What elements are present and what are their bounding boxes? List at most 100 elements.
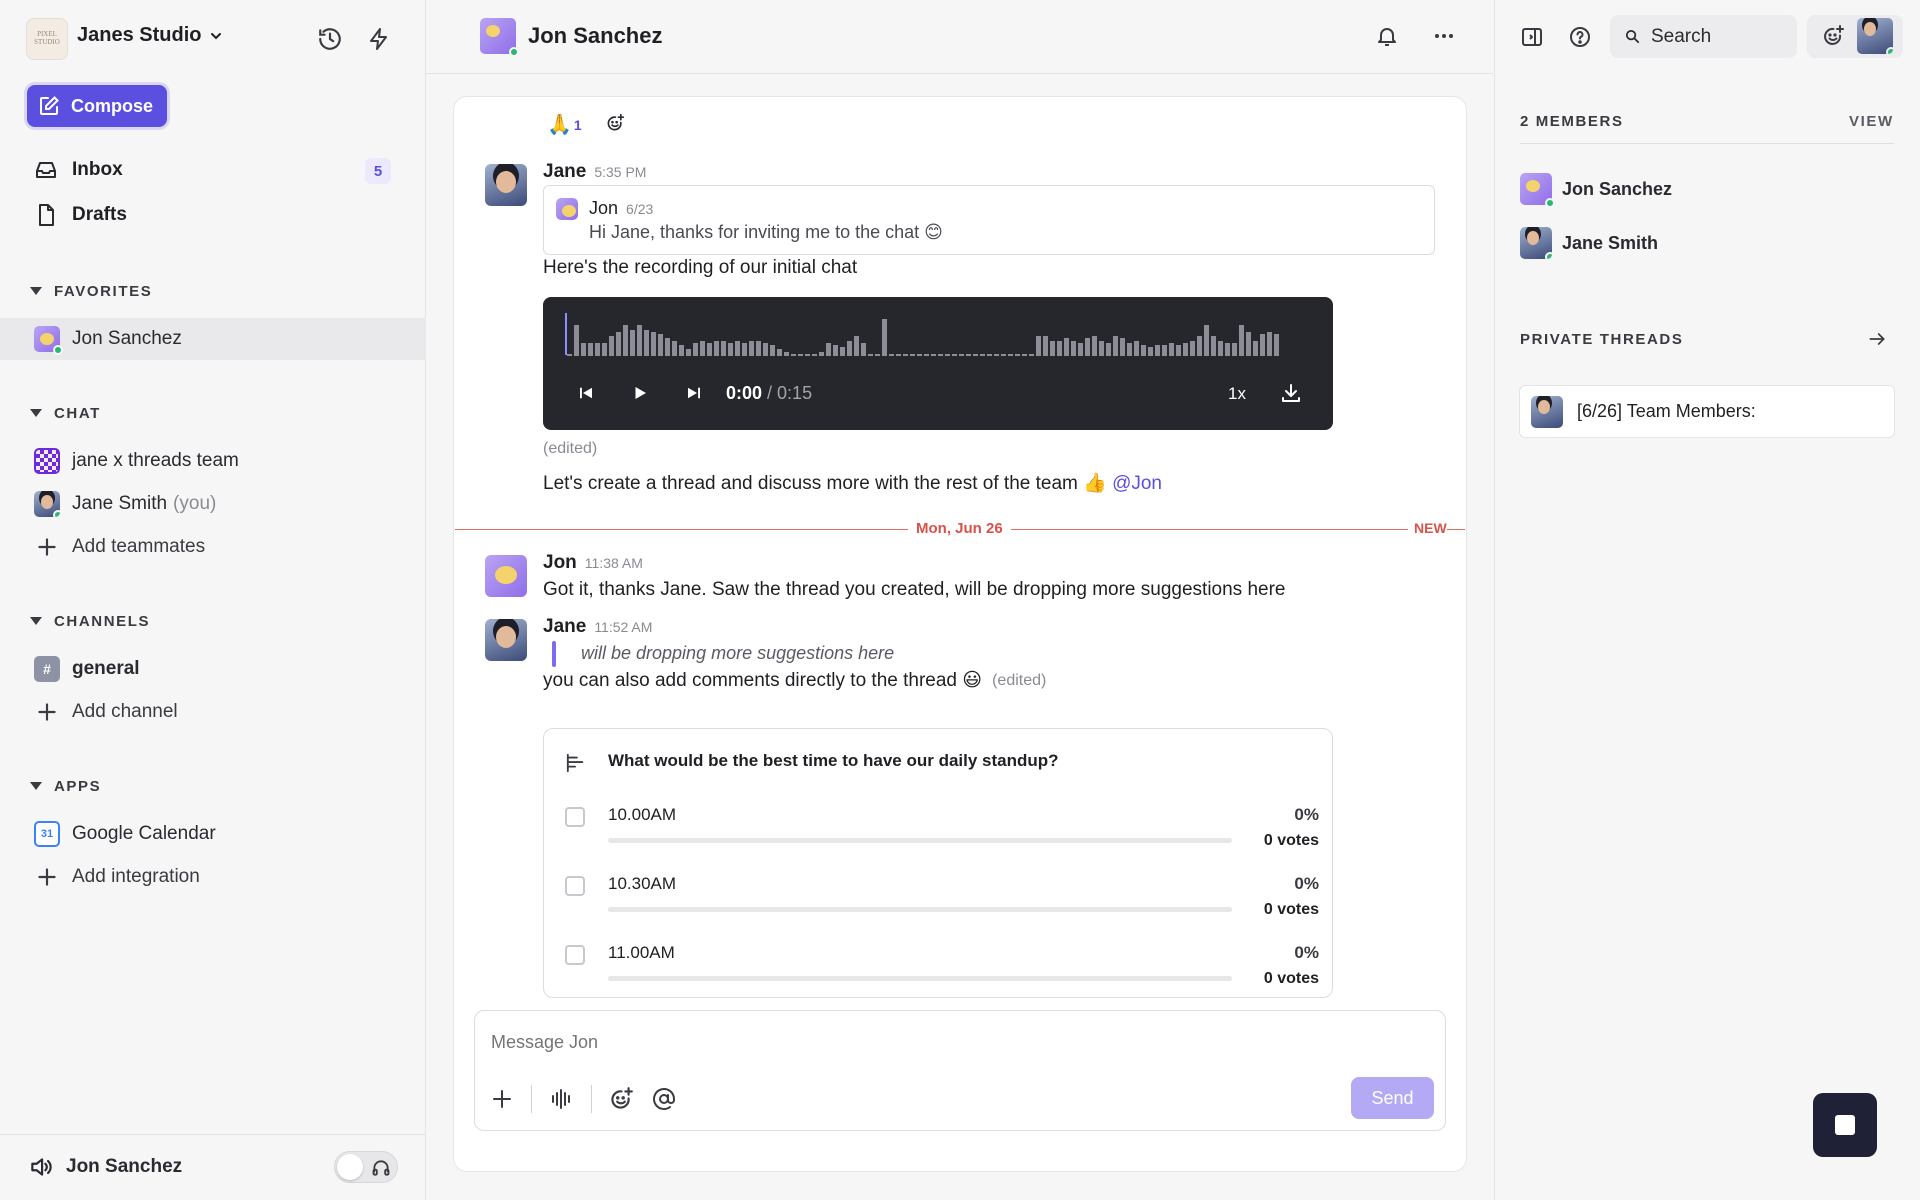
skip-forward-icon[interactable] [682, 381, 706, 405]
current-user-avatar[interactable] [1857, 18, 1893, 54]
waveform[interactable] [567, 312, 1311, 356]
poll-option[interactable]: 11.00AM 0% 0 votes [544, 937, 1334, 997]
sidebar-item-drafts[interactable]: Drafts [34, 199, 127, 231]
avatar[interactable] [485, 164, 527, 206]
waveform-bar [1274, 334, 1279, 356]
quoted-text: Hi Jane, thanks for inviting me to the c… [589, 222, 943, 242]
online-indicator [1545, 252, 1552, 259]
message-header: Jon 11:38 AM [543, 552, 643, 574]
waveform-bar [980, 354, 985, 356]
status-emoji-icon[interactable] [1818, 21, 1848, 51]
mention-icon[interactable] [650, 1085, 678, 1113]
waveform-bar [791, 354, 796, 356]
favorites-section-toggle[interactable]: FAVORITES [30, 281, 152, 301]
waveform-bar [931, 354, 936, 356]
view-members-link[interactable]: VIEW [1849, 113, 1894, 130]
waveform-bar [819, 352, 824, 356]
voice-record-icon[interactable] [547, 1085, 575, 1113]
reaction-pill[interactable]: 🙏 1 [547, 112, 582, 137]
avatar[interactable] [485, 555, 527, 597]
header-avatar [480, 18, 519, 57]
waveform-bar [1029, 354, 1034, 356]
message-text-2: Let's create a thread and discuss more w… [543, 471, 1162, 495]
mention-link[interactable]: @Jon [1112, 473, 1162, 494]
waveform-bar [637, 325, 642, 356]
sidebar-item-inbox[interactable]: Inbox [34, 154, 123, 186]
lightning-icon[interactable] [364, 24, 394, 54]
conversation-title[interactable]: Jon Sanchez [528, 23, 662, 49]
help-icon[interactable] [1564, 21, 1596, 53]
message-header: Jane 5:35 PM [543, 161, 646, 183]
workspace-switcher[interactable]: Janes Studio [77, 24, 223, 47]
poll-checkbox[interactable] [565, 945, 585, 965]
more-options-icon[interactable] [1428, 20, 1460, 52]
search-button[interactable]: Search [1610, 15, 1797, 58]
hash-icon: # [34, 656, 60, 682]
compose-button[interactable]: Compose [27, 85, 167, 127]
bell-icon[interactable] [1371, 20, 1403, 52]
emoji-icon[interactable] [607, 1085, 635, 1113]
reaction-count: 1 [573, 116, 582, 133]
audio-status[interactable]: Jon Sanchez [28, 1150, 182, 1184]
poll-option[interactable]: 10.00AM 0% 0 votes [544, 799, 1334, 859]
sidebar-item-general[interactable]: # general [34, 652, 140, 686]
download-icon[interactable] [1277, 379, 1305, 407]
member-item[interactable]: Jane Smith [1520, 227, 1658, 259]
waveform-bar [882, 319, 887, 356]
channels-section-toggle[interactable]: CHANNELS [30, 611, 150, 631]
chat-section-toggle[interactable]: CHAT [30, 403, 101, 423]
option-percent: 0% [1294, 943, 1319, 962]
caret-down-icon [30, 782, 42, 790]
send-button[interactable]: Send [1351, 1077, 1434, 1119]
headphones-icon [371, 1158, 391, 1178]
quoted-message[interactable] [543, 185, 1435, 255]
workspace-logo[interactable]: PIXEL STUDIO [26, 18, 68, 60]
author-name[interactable]: Jane [543, 161, 586, 182]
poll-option[interactable]: 10.30AM 0% 0 votes [544, 868, 1334, 928]
waveform-bar [763, 343, 768, 356]
play-icon[interactable] [628, 381, 652, 405]
section-title: CHAT [54, 404, 101, 422]
avatar [34, 491, 60, 517]
sidebar-item-google-calendar[interactable]: 31 Google Calendar [34, 817, 216, 851]
add-integration-button[interactable]: Add integration [34, 860, 200, 894]
poll-checkbox[interactable] [565, 807, 585, 827]
waveform-bar [1225, 343, 1230, 356]
thread-item[interactable]: [6/26] Team Members: [1519, 385, 1895, 438]
new-label: NEW [1408, 520, 1447, 536]
add-reaction-icon[interactable] [604, 112, 626, 134]
waveform-bar [1190, 341, 1195, 356]
waveform-bar [1148, 347, 1153, 356]
poll-icon [565, 753, 587, 773]
waveform-bar [994, 354, 999, 356]
sidebar-item-team[interactable]: jane x threads team [34, 444, 239, 478]
waveform-bar [840, 347, 845, 356]
message-input[interactable] [491, 1027, 1421, 1057]
author-name[interactable]: Jane [543, 616, 586, 637]
arrow-right-icon[interactable] [1864, 326, 1890, 352]
skip-back-icon[interactable] [574, 381, 598, 405]
plus-icon[interactable] [488, 1085, 516, 1113]
avatar[interactable] [485, 619, 527, 661]
waveform-bar [644, 330, 649, 356]
add-label: Add teammates [72, 536, 206, 557]
sidebar-item-jane-smith[interactable]: Jane Smith (you) [34, 487, 216, 521]
panel-toggle-icon[interactable] [1516, 21, 1548, 53]
members-title: 2 MEMBERS [1520, 113, 1624, 130]
stop-recording-button[interactable] [1813, 1093, 1877, 1157]
huddle-toggle[interactable] [334, 1151, 398, 1183]
playback-speed[interactable]: 1x [1228, 384, 1246, 404]
author-name[interactable]: Jon [543, 552, 577, 573]
history-icon[interactable] [315, 24, 345, 54]
waveform-bar [756, 341, 761, 356]
quoted-date: 6/23 [626, 201, 654, 217]
add-teammates-button[interactable]: Add teammates [34, 530, 205, 564]
add-channel-button[interactable]: Add channel [34, 695, 178, 729]
sidebar-item-jon-sanchez[interactable]: Jon Sanchez [0, 318, 426, 360]
waveform-bar [861, 343, 866, 356]
poll-checkbox[interactable] [565, 876, 585, 896]
waveform-bar [945, 354, 950, 356]
apps-section-toggle[interactable]: APPS [30, 776, 101, 796]
blockquote-text: will be dropping more suggestions here [581, 643, 895, 663]
member-item[interactable]: Jon Sanchez [1520, 173, 1672, 208]
